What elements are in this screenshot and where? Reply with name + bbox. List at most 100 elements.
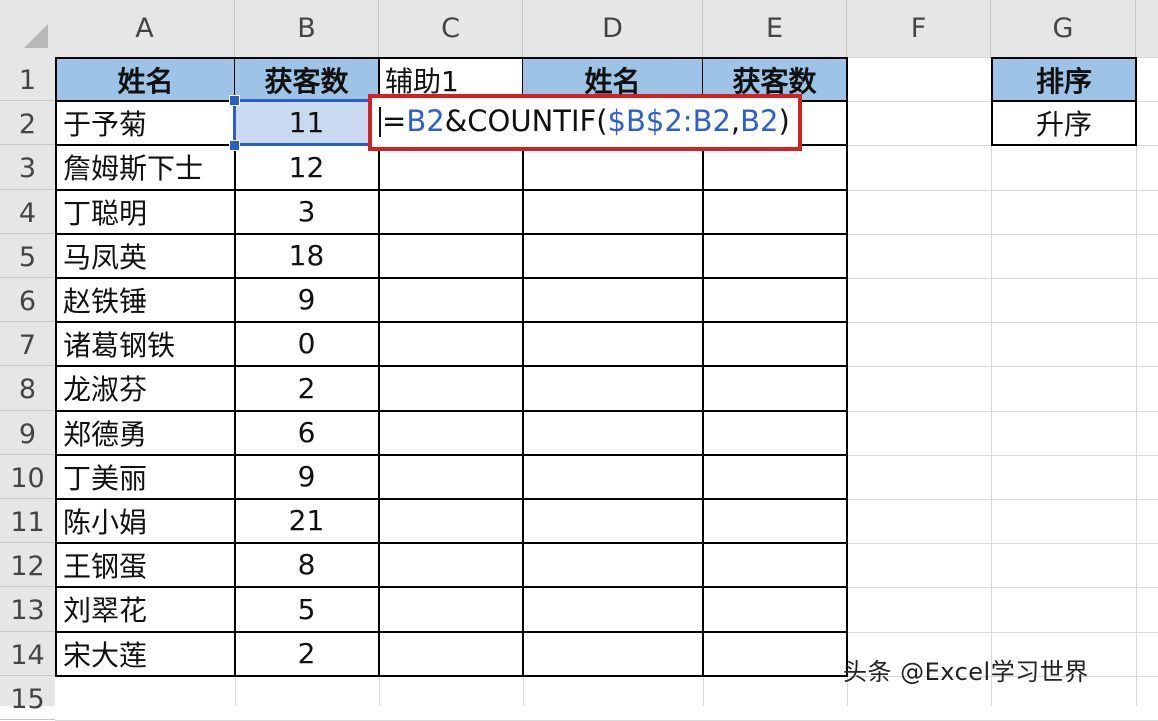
count-cell[interactable]: 18 bbox=[235, 234, 380, 279]
formula-token: , bbox=[730, 104, 741, 138]
result-name-cell[interactable] bbox=[523, 145, 704, 191]
result-count-cell[interactable] bbox=[703, 190, 848, 235]
result-name-cell[interactable] bbox=[523, 278, 704, 323]
result-name-cell[interactable] bbox=[523, 366, 704, 412]
helper-cell[interactable] bbox=[379, 234, 524, 279]
result-count-cell[interactable] bbox=[703, 145, 848, 191]
sort-value-cell[interactable]: 升序 bbox=[991, 101, 1137, 146]
result-count-cell[interactable] bbox=[703, 499, 848, 544]
column-header-g[interactable]: G bbox=[991, 0, 1136, 57]
row-header-6[interactable]: 6 bbox=[0, 278, 55, 323]
count-cell[interactable]: 9 bbox=[235, 455, 380, 500]
count-cell[interactable]: 6 bbox=[235, 411, 380, 456]
helper-cell[interactable] bbox=[379, 543, 524, 588]
formula-token: = bbox=[382, 104, 407, 138]
row-header-13[interactable]: 13 bbox=[0, 587, 55, 632]
name-cell[interactable]: 于予菊 bbox=[55, 101, 236, 146]
helper-cell[interactable] bbox=[379, 411, 524, 456]
result-count-cell[interactable] bbox=[703, 455, 848, 500]
result-count-cell[interactable] bbox=[703, 234, 848, 279]
row-header-7[interactable]: 7 bbox=[0, 322, 55, 367]
column-header-b[interactable]: B bbox=[235, 0, 379, 57]
helper-cell[interactable] bbox=[379, 322, 524, 367]
name-cell[interactable]: 龙淑芬 bbox=[55, 366, 236, 412]
name-cell[interactable]: 诸葛钢铁 bbox=[55, 322, 236, 367]
row-header-11[interactable]: 11 bbox=[0, 499, 55, 544]
row-header-15[interactable]: 15 bbox=[0, 676, 55, 720]
column-header-d[interactable]: D bbox=[523, 0, 703, 57]
helper-cell[interactable] bbox=[379, 366, 524, 412]
name-cell[interactable]: 宋大莲 bbox=[55, 632, 236, 677]
name-cell[interactable]: 马凤英 bbox=[55, 234, 236, 279]
formula-token: &COUNTIF( bbox=[444, 104, 608, 138]
column-header-c[interactable]: C bbox=[379, 0, 523, 57]
header-cell[interactable]: 获客数 bbox=[235, 57, 380, 102]
result-name-cell[interactable] bbox=[523, 190, 704, 235]
result-name-cell[interactable] bbox=[523, 632, 704, 677]
watermark: 头条 @Excel学习世界 bbox=[843, 658, 1089, 686]
active-cell-selection[interactable] bbox=[233, 99, 380, 146]
count-cell[interactable]: 21 bbox=[235, 499, 380, 544]
row-header-1[interactable]: 1 bbox=[0, 57, 55, 102]
helper-cell[interactable] bbox=[379, 455, 524, 500]
row-header-2[interactable]: 2 bbox=[0, 101, 55, 146]
header-cell[interactable]: 姓名 bbox=[55, 57, 236, 102]
result-name-cell[interactable] bbox=[523, 587, 704, 633]
selection-handle-bottom-left[interactable] bbox=[229, 140, 240, 151]
name-cell[interactable]: 赵铁锤 bbox=[55, 278, 236, 323]
column-header-e[interactable]: E bbox=[703, 0, 847, 57]
selection-handle-top-left[interactable] bbox=[229, 95, 240, 106]
helper-cell[interactable] bbox=[379, 499, 524, 544]
name-cell[interactable]: 丁美丽 bbox=[55, 455, 236, 500]
helper-cell[interactable] bbox=[379, 632, 524, 677]
row-header-14[interactable]: 14 bbox=[0, 632, 55, 676]
helper-cell[interactable] bbox=[379, 278, 524, 323]
helper-cell[interactable] bbox=[379, 145, 524, 191]
formula-highlight-box[interactable]: =B2&COUNTIF($B$2:B2,B2) bbox=[368, 94, 802, 151]
result-name-cell[interactable] bbox=[523, 234, 704, 279]
result-name-cell[interactable] bbox=[523, 543, 704, 588]
row-header-3[interactable]: 3 bbox=[0, 145, 55, 190]
text-cursor bbox=[379, 107, 381, 137]
count-cell[interactable]: 5 bbox=[235, 587, 380, 633]
column-header-a[interactable]: A bbox=[55, 0, 235, 57]
count-cell[interactable]: 0 bbox=[235, 322, 380, 367]
spreadsheet[interactable]: A B C D E F G 1 2 3 4 5 6 7 8 9 10 11 12 13 14 15 姓名 获客数 于予菊 11 詹… bbox=[0, 0, 1158, 721]
name-cell[interactable]: 王钢蛋 bbox=[55, 543, 236, 588]
row-header-9[interactable]: 9 bbox=[0, 411, 55, 455]
helper-cell[interactable] bbox=[379, 190, 524, 235]
name-cell[interactable]: 丁聪明 bbox=[55, 190, 236, 235]
select-all-triangle-icon bbox=[24, 24, 48, 48]
row-header-10[interactable]: 10 bbox=[0, 455, 55, 499]
count-cell[interactable]: 3 bbox=[235, 190, 380, 235]
select-all-corner[interactable] bbox=[0, 0, 55, 57]
count-cell[interactable]: 2 bbox=[235, 632, 380, 677]
count-cell[interactable]: 8 bbox=[235, 543, 380, 588]
name-cell[interactable]: 郑德勇 bbox=[55, 411, 236, 456]
count-cell[interactable]: 12 bbox=[235, 145, 380, 191]
count-cell[interactable]: 2 bbox=[235, 366, 380, 412]
formula-text[interactable]: =B2&COUNTIF($B$2:B2,B2) bbox=[382, 104, 790, 138]
result-count-cell[interactable] bbox=[703, 322, 848, 367]
count-cell[interactable]: 9 bbox=[235, 278, 380, 323]
result-count-cell[interactable] bbox=[703, 366, 848, 412]
sort-header-cell[interactable]: 排序 bbox=[991, 57, 1137, 102]
row-header-12[interactable]: 12 bbox=[0, 543, 55, 588]
result-name-cell[interactable] bbox=[523, 322, 704, 367]
result-name-cell[interactable] bbox=[523, 499, 704, 544]
result-name-cell[interactable] bbox=[523, 411, 704, 456]
result-count-cell[interactable] bbox=[703, 587, 848, 633]
result-count-cell[interactable] bbox=[703, 543, 848, 588]
row-header-5[interactable]: 5 bbox=[0, 234, 55, 278]
result-name-cell[interactable] bbox=[523, 455, 704, 500]
result-count-cell[interactable] bbox=[703, 632, 848, 677]
row-header-8[interactable]: 8 bbox=[0, 366, 55, 411]
helper-cell[interactable] bbox=[379, 587, 524, 633]
column-header-f[interactable]: F bbox=[847, 0, 991, 57]
row-header-4[interactable]: 4 bbox=[0, 190, 55, 234]
result-count-cell[interactable] bbox=[703, 411, 848, 456]
name-cell[interactable]: 陈小娟 bbox=[55, 499, 236, 544]
name-cell[interactable]: 刘翠花 bbox=[55, 587, 236, 633]
result-count-cell[interactable] bbox=[703, 278, 848, 323]
name-cell[interactable]: 詹姆斯下士 bbox=[55, 145, 236, 191]
